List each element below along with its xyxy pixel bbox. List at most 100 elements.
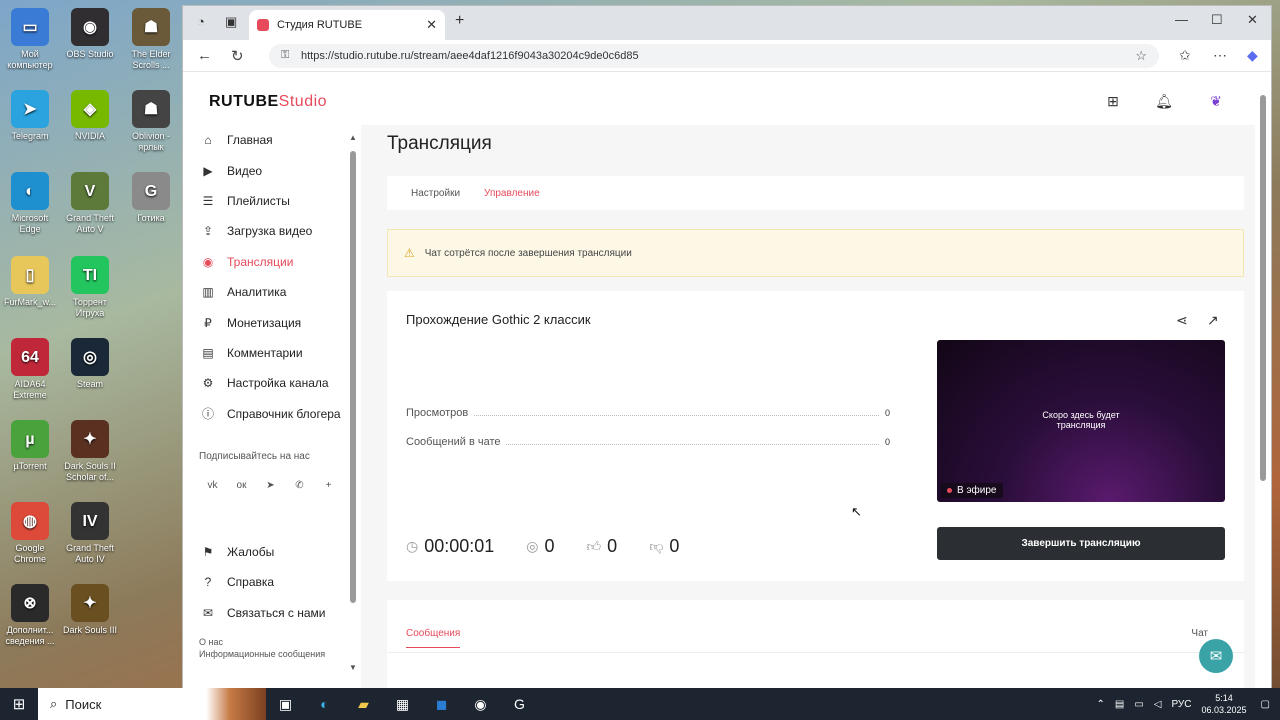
share-icon[interactable]: ⋖ [1176, 312, 1188, 329]
sidebar-item[interactable]: ⚑ Жалобы [183, 537, 361, 567]
sidebar-scroll-thumb[interactable] [350, 151, 356, 603]
taskbar-search[interactable]: ⌕ Поиск [38, 688, 266, 720]
vk-icon[interactable]: vk [203, 476, 222, 495]
profile-icon[interactable]: ◔ [197, 14, 205, 29]
sidebar-item[interactable]: ▥ Аналитика [183, 277, 361, 307]
desktop-shortcut[interactable]: ◍ Google Chrome [0, 502, 60, 565]
scroll-up-icon[interactable]: ▲ [349, 133, 357, 142]
subscribe-title: Подписывайтесь на нас [199, 450, 310, 462]
sidebar-item[interactable]: ▤ Комментарии [183, 338, 361, 368]
volume-icon[interactable]: ◁ [1154, 699, 1162, 710]
close-window-icon[interactable]: ✕ [1247, 12, 1258, 28]
desktop-shortcut[interactable]: ▭ Мой компьютер [0, 8, 60, 71]
sidebar-item[interactable]: ◉ Трансляции [183, 247, 361, 277]
gothic-taskbar-icon[interactable]: G [500, 696, 539, 712]
notifications-icon[interactable]: ▢ [1261, 699, 1270, 710]
store-taskbar-icon[interactable]: ▦ [383, 696, 422, 713]
bookmark-star-icon[interactable]: ☆ [1135, 48, 1147, 64]
desktop-shortcut[interactable]: TI Торрент Игруха [60, 256, 120, 319]
stream-preview[interactable]: Скоро здесь будет трансляция В эфире [937, 340, 1225, 502]
desktop-shortcut[interactable]: µ µTorrent [0, 420, 60, 472]
sidebar-item-label: Справка [227, 575, 275, 590]
rutube-studio-logo[interactable]: RUTUBEStudio [209, 93, 327, 111]
more-socials-icon[interactable]: + [319, 476, 338, 495]
desktop-shortcut[interactable]: ◐ Microsoft Edge [0, 172, 60, 235]
tab-settings[interactable]: Настройки [411, 188, 460, 199]
page-scroll-thumb[interactable] [1260, 95, 1266, 481]
end-stream-button[interactable]: Завершить трансляцию [937, 527, 1225, 560]
task-view-icon[interactable]: ▣ [266, 696, 305, 713]
site-info-icon[interactable]: ⚿ [281, 49, 289, 62]
tray-overflow-icon[interactable]: ⌃ [1096, 699, 1104, 710]
clock[interactable]: 5:14 06.03.2025 [1202, 692, 1247, 716]
desktop-shortcut[interactable]: ⊗ Дополнит... сведения ... [0, 584, 60, 647]
chat-label[interactable]: Чат [1191, 628, 1208, 639]
desktop-shortcut[interactable]: ☗ Oblivion - ярлык [121, 90, 181, 153]
upload-video-icon[interactable]: ⊞ [1099, 87, 1127, 115]
bell-icon[interactable]: 🔔︎ [1150, 87, 1178, 115]
sidebar-item[interactable]: ₽ Монетизация [183, 307, 361, 337]
desktop-shortcut[interactable]: V Grand Theft Auto V [60, 172, 120, 235]
shortcut-label: Торрент Игруха [73, 297, 107, 318]
dislikes-counter: 👎︎ 0 [649, 536, 679, 557]
info-messages-link[interactable]: Информационные сообщения [199, 648, 361, 660]
ok-icon[interactable]: ок [232, 476, 251, 495]
address-bar: ← ↻ ⚿ https://studio.rutube.ru/stream/ae… [183, 40, 1271, 72]
desktop-shortcut[interactable]: ◈ NVIDIA [60, 90, 120, 142]
close-tab-icon[interactable]: ✕ [426, 17, 437, 33]
browser-tab[interactable]: Студия RUTUBE ✕ [249, 10, 445, 40]
desktop-shortcut[interactable]: ▯ FurMark_w... [0, 256, 60, 308]
url-input[interactable]: ⚿ https://studio.rutube.ru/stream/aee4da… [269, 44, 1159, 68]
desktop-shortcut[interactable]: ☗ The Elder Scrolls ... [121, 8, 181, 71]
windows-start-icon[interactable]: ⊞ [0, 695, 38, 713]
desktop-shortcut[interactable]: ➤ Telegram [0, 90, 60, 142]
sidebar-item[interactable]: ⚙ Настройка канала [183, 368, 361, 398]
back-icon[interactable]: ← [197, 47, 212, 64]
sidebar-item[interactable]: ⌂ Главная [183, 125, 361, 155]
viber-icon[interactable]: ✆ [290, 476, 309, 495]
about-link[interactable]: О нас [199, 636, 361, 648]
outlook-taskbar-icon[interactable]: ◼ [422, 696, 461, 713]
sidebar-item[interactable]: ? Справка [183, 567, 361, 597]
monetization-icon: ₽ [204, 315, 212, 330]
sidebar-item[interactable]: ⓘ Справочник блогера [183, 399, 361, 429]
support-chat-button[interactable]: ✉ [1199, 639, 1233, 673]
obs-taskbar-icon[interactable]: ◉ [461, 696, 500, 713]
tab-messages[interactable]: Сообщения [406, 628, 461, 648]
scroll-down-icon[interactable]: ▼ [349, 663, 357, 672]
page-scrollbar[interactable] [1257, 73, 1269, 688]
sidebar-item[interactable]: ✉ Связаться с нами [183, 598, 361, 628]
desktop-shortcut[interactable]: ✦ Dark Souls III [60, 584, 120, 636]
desktop-shortcut[interactable]: 64 AIDA64 Extreme [0, 338, 60, 401]
sidebar-item[interactable]: ☰ Плейлисты [183, 186, 361, 216]
timer-value: 00:00:01 [424, 536, 495, 556]
tray-app-icon[interactable]: ▤ [1115, 699, 1124, 710]
avatar[interactable]: ❦ [1202, 87, 1230, 115]
favorites-icon[interactable]: ✩ [1179, 47, 1191, 64]
dotted-leader [506, 439, 879, 445]
copilot-icon[interactable]: ◆ [1247, 47, 1258, 64]
explorer-taskbar-icon[interactable]: ▰ [344, 696, 383, 713]
open-external-icon[interactable]: ↗ [1207, 312, 1219, 329]
language-indicator[interactable]: РУС [1171, 699, 1191, 710]
more-menu-icon[interactable]: ⋯ [1213, 47, 1227, 64]
stream-card: Прохождение Gothic 2 классик ⋖ ↗ Просмот… [387, 291, 1244, 581]
desktop-shortcut[interactable]: G Готика [121, 172, 181, 224]
sidebar-item[interactable]: ▶ Видео [183, 155, 361, 185]
sidebar-scrollbar[interactable]: ▲ ▼ [349, 133, 357, 672]
telegram-icon[interactable]: ➤ [261, 476, 280, 495]
tab-actions-icon[interactable]: ▣ [225, 14, 237, 30]
sidebar-item[interactable]: ⇪ Загрузка видео [183, 216, 361, 246]
app-icon: ◉ [71, 8, 109, 46]
minimize-icon[interactable]: — [1175, 12, 1188, 27]
desktop-shortcut[interactable]: ✦ Dark Souls II Scholar of... [60, 420, 120, 483]
desktop-shortcut[interactable]: ◉ OBS Studio [60, 8, 120, 60]
edge-taskbar-icon[interactable]: ◐ [305, 696, 344, 712]
new-tab-icon[interactable]: + [455, 12, 464, 30]
maximize-icon[interactable]: ☐ [1211, 12, 1223, 28]
desktop-shortcut[interactable]: IV Grand Theft Auto IV [60, 502, 120, 565]
tab-management[interactable]: Управление [484, 188, 540, 199]
network-icon[interactable]: ▭ [1134, 699, 1143, 710]
reload-icon[interactable]: ↻ [231, 47, 244, 65]
desktop-shortcut[interactable]: ◎ Steam [60, 338, 120, 390]
